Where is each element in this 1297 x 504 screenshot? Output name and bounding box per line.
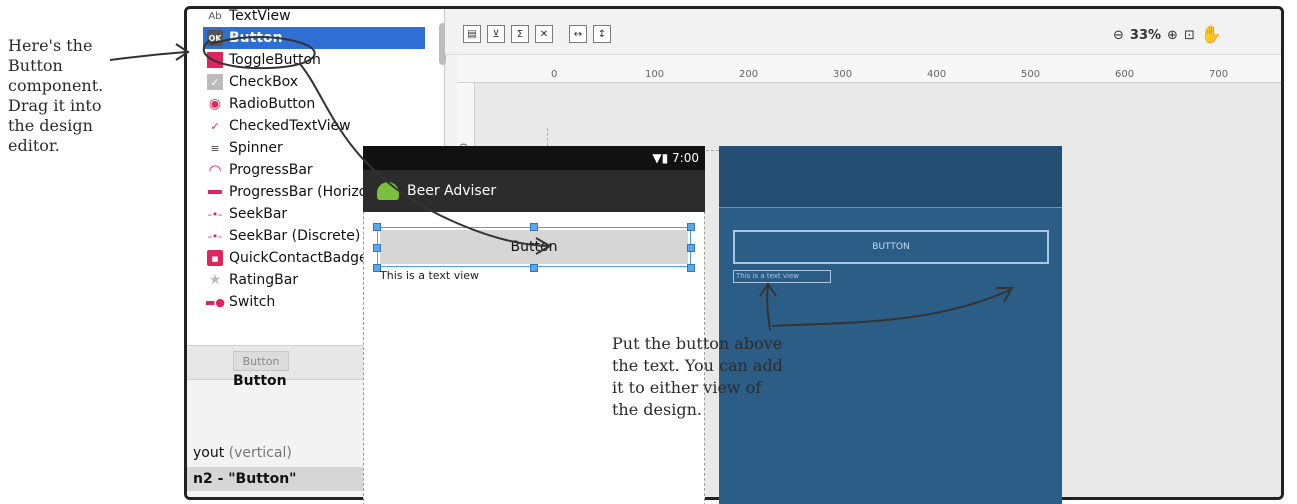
page: Here's the Button component. Drag it int…: [0, 0, 1297, 504]
annotation-arrows: [109, 36, 1014, 331]
drag-arrow: [299, 63, 549, 247]
arrow-to-palette: [109, 51, 187, 61]
selection-loop: [202, 36, 316, 70]
arrow-up-to-button: [766, 285, 771, 331]
arrow-to-blueprint: [771, 289, 1011, 327]
